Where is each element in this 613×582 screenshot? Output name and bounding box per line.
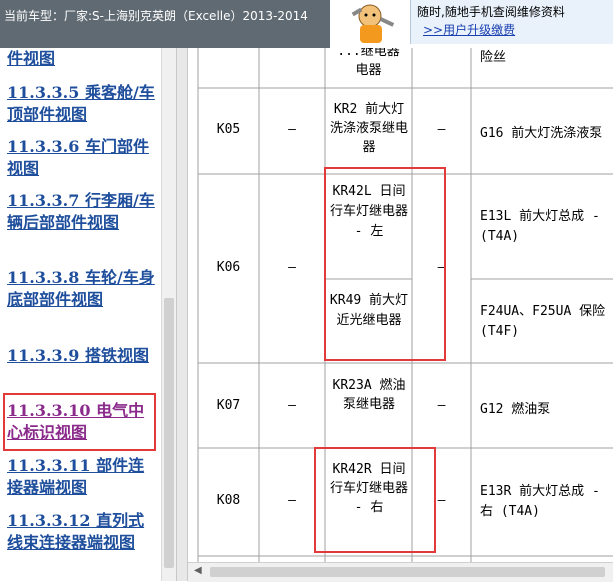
table-cell-relay-k04: ...继电器 电器 — [325, 48, 412, 80]
mechanic-mascot-icon — [332, 0, 402, 46]
scroll-left-arrow-icon[interactable]: ◀ — [194, 565, 202, 576]
top-banner: 当前车型：厂家:S-上海别克英朗（Excelle）2013-2014 随时,随地… — [0, 0, 613, 48]
sidebar-scroll-thumb[interactable] — [164, 298, 174, 568]
sidebar-item-passenger-roof[interactable]: 11.3.3.5 乘客舱/车顶部件视图 — [7, 82, 159, 126]
sidebar-scrollbar[interactable] — [161, 48, 177, 581]
table-cell-id-k06: K06 — [216, 260, 241, 275]
highlight-kr42r — [314, 447, 436, 553]
table-cell-dash2-k05: — — [437, 122, 446, 137]
horizontal-scroll-thumb[interactable] — [210, 567, 605, 577]
table-cell-fuse-k04: 险丝 — [480, 50, 507, 65]
table-cell-dash-k06: — — [288, 260, 296, 275]
relay-k04-text: ...继电器 电器 — [337, 48, 400, 78]
upgrade-ad: 随时,随地手机查阅维修资料 >>用户升级缴费 — [410, 0, 613, 44]
table-horizontal-scrollbar[interactable]: ◀ — [188, 562, 613, 582]
sidebar-nav: 件视图 11.3.3.5 乘客舱/车顶部件视图 11.3.3.6 车门部件视图 … — [0, 48, 176, 581]
sidebar-item-wheel-underbody[interactable]: 11.3.3.8 车轮/车身底部部件视图 — [7, 267, 159, 311]
table-cell-dash2-k07: — — [437, 398, 446, 413]
sidebar-item-doors[interactable]: 11.3.3.6 车门部件视图 — [7, 136, 159, 180]
table-cell-relay-k07: KR23A 燃油泵继电器 — [332, 378, 406, 412]
table-cell-fuse-kr49: F24UA、F25UA 保险(T4F) — [480, 304, 606, 339]
sidebar-item-ground[interactable]: 11.3.3.9 搭铁视图 — [7, 345, 159, 367]
table-cell-relay-k05: KR2 前大灯洗涤液泵继电器 — [329, 102, 408, 155]
table-cell-fuse-k08: E13R 前大灯总成 - 右 (T4A) — [480, 484, 600, 519]
table-cell-id-k05: K05 — [216, 122, 241, 137]
sidebar-item-trunk-rear[interactable]: 11.3.3.7 行李厢/车辆后部部件视图 — [7, 190, 159, 234]
table-cell-id-k08: K08 — [216, 493, 241, 508]
table-cell-dash-k05: — — [288, 122, 296, 137]
table-cell-dash-k07: — — [288, 398, 296, 413]
table-cell-fuse-k07: G12 燃油泵 — [480, 402, 551, 417]
pane-divider[interactable] — [176, 48, 188, 581]
car-model-info: 当前车型：厂家:S-上海别克英朗（Excelle）2013-2014 — [0, 0, 330, 48]
active-item-highlight — [3, 393, 156, 451]
ad-title: 随时,随地手机查阅维修资料 — [417, 5, 565, 19]
relay-table-area: ...继电器 电器 险丝 K05 — KR2 前大灯洗涤液泵继电器 — G16 … — [188, 48, 613, 581]
upgrade-link[interactable]: >>用户升级缴费 — [423, 21, 515, 38]
sidebar-item-component-connector[interactable]: 11.3.3.11 部件连接器端视图 — [7, 455, 159, 499]
table-cell-id-k07: K07 — [216, 398, 241, 413]
table-cell-fuse-k06: E13L 前大灯总成 - (T4A) — [480, 209, 600, 244]
sidebar-item-inline-connector[interactable]: 11.3.3.12 直列式线束连接器端视图 — [7, 510, 159, 554]
highlight-kr42l-kr49 — [324, 167, 446, 361]
table-cell-fuse-k05: G16 前大灯洗涤液泵 — [480, 126, 603, 141]
sidebar-item-component-view[interactable]: 件视图 — [7, 48, 159, 70]
